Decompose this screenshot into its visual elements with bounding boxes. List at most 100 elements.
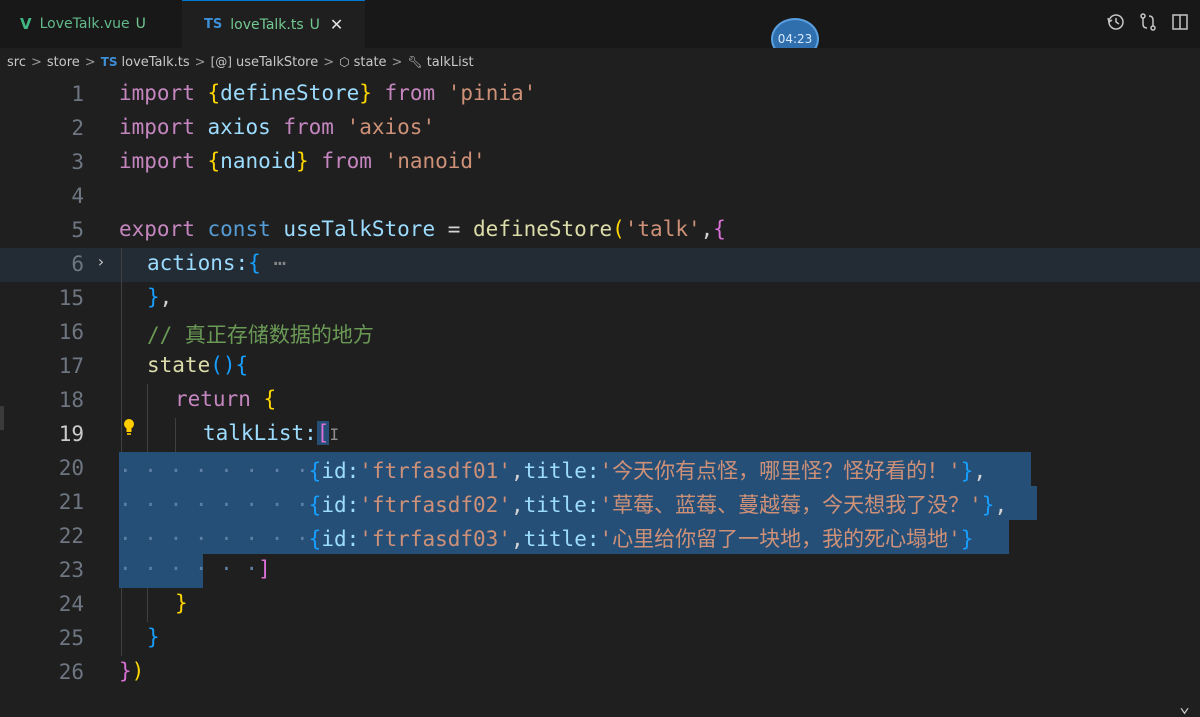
- code-line[interactable]: 6 › actions:{ ⋯: [0, 248, 1200, 282]
- code-line[interactable]: 1 import {defineStore} from 'pinia': [0, 78, 1200, 112]
- code-line[interactable]: 17 state(){: [0, 350, 1200, 384]
- code-line[interactable]: 22 · · · · · · · ·{id:'ftrfasdf03',title…: [0, 520, 1200, 554]
- code-text: talkList:[I: [203, 421, 339, 445]
- split-editor-icon[interactable]: [1170, 12, 1190, 32]
- indent-guide: [121, 282, 122, 316]
- editor-tab-bar: V LoveTalk.vue U TS loveTalk.ts U ✕ 04:2…: [0, 0, 1200, 60]
- token: {: [308, 459, 322, 483]
- indent-guide: [147, 588, 148, 622]
- code-comment: // 真正存储数据的地方: [147, 323, 374, 347]
- line-number: 20: [58, 456, 84, 480]
- token: import: [119, 115, 208, 139]
- chevron-right-icon[interactable]: ›: [96, 252, 106, 271]
- lightbulb-icon[interactable]: [122, 418, 136, 436]
- token: ): [131, 659, 145, 683]
- token: (): [210, 353, 236, 377]
- token: state: [147, 353, 211, 377]
- chevron-right-icon: >: [84, 54, 96, 70]
- code-line[interactable]: 5 export const useTalkStore = defineStor…: [0, 214, 1200, 248]
- token: from: [308, 149, 385, 173]
- token: {: [207, 81, 221, 105]
- code-line[interactable]: 19 talkList:[I: [0, 418, 1200, 452]
- code-text: import axios from 'axios': [119, 115, 435, 139]
- token: ,: [159, 285, 173, 309]
- chevron-right-icon: >: [391, 54, 403, 70]
- code-editor[interactable]: 1 import {defineStore} from 'pinia' 2 im…: [0, 76, 1200, 717]
- tab-lovetalk-ts[interactable]: TS loveTalk.ts U ✕: [182, 0, 365, 48]
- token: 'pinia': [447, 81, 537, 105]
- line-number: 23: [58, 558, 84, 582]
- token: axios: [207, 115, 271, 139]
- code-line[interactable]: 4: [0, 180, 1200, 214]
- token: ,: [700, 217, 714, 241]
- code-text: },: [147, 285, 172, 309]
- chevron-right-icon: >: [323, 54, 335, 70]
- code-line[interactable]: 3 import {nanoid} from 'nanoid': [0, 146, 1200, 180]
- code-line[interactable]: 18 return {: [0, 384, 1200, 418]
- vue-file-icon: V: [20, 15, 32, 33]
- code-line[interactable]: 24 }: [0, 588, 1200, 622]
- breadcrumb: src > store > TS loveTalk.ts > [@] useTa…: [0, 48, 1200, 76]
- close-icon[interactable]: ✕: [330, 15, 343, 34]
- token: ,: [973, 459, 987, 483]
- code-text: actions:{ ⋯: [147, 251, 286, 275]
- token: {: [207, 149, 221, 173]
- breadcrumb-talklist[interactable]: talkList: [427, 55, 474, 70]
- code-line[interactable]: 21 · · · · · · · ·{id:'ftrfasdf02',title…: [0, 486, 1200, 520]
- token: ,: [510, 459, 524, 483]
- code-line[interactable]: 26 }): [0, 656, 1200, 690]
- token: ]: [258, 557, 271, 581]
- chevron-down-icon[interactable]: ⌄: [1179, 696, 1190, 717]
- method-cube-icon: ⬡: [339, 55, 350, 69]
- line-number: 25: [58, 626, 84, 650]
- breadcrumb-symbol[interactable]: useTalkStore: [236, 55, 318, 70]
- variable-icon: [@]: [210, 55, 232, 69]
- code-line[interactable]: 16 // 真正存储数据的地方: [0, 316, 1200, 350]
- code-text: import {nanoid} from 'nanoid': [119, 149, 486, 173]
- code-line[interactable]: 20 · · · · · · · ·{id:'ftrfasdf01',title…: [0, 452, 1200, 486]
- token: 'ftrfasdf03': [359, 527, 511, 551]
- code-line[interactable]: 23 · · · · · ·]: [0, 554, 1200, 588]
- line-number: 3: [71, 150, 84, 174]
- code-line[interactable]: 15 },: [0, 282, 1200, 316]
- breadcrumb-store[interactable]: store: [47, 55, 80, 70]
- token: '草莓、蓝莓、蔓越莓，今天想我了没？': [599, 493, 982, 517]
- indent-guide: [121, 384, 122, 418]
- token: ,: [994, 493, 1008, 517]
- editor-actions: [1106, 12, 1190, 32]
- code-line[interactable]: 2 import axios from 'axios': [0, 112, 1200, 146]
- code-text: · · · · · · · ·{id:'ftrfasdf02',title:'草…: [119, 489, 1007, 519]
- code-line[interactable]: 25 }: [0, 622, 1200, 656]
- token: '心里给你留了一块地，我的死心塌地': [599, 527, 961, 551]
- indent-guide: [121, 622, 122, 656]
- tab-label: LoveTalk.vue: [39, 16, 130, 32]
- token: }: [119, 659, 132, 683]
- line-number: 6: [71, 252, 84, 276]
- token: }: [296, 149, 309, 173]
- line-number: 18: [58, 388, 84, 412]
- code-text: }: [147, 625, 160, 649]
- folded-ellipsis[interactable]: ⋯: [261, 251, 286, 275]
- chevron-right-icon: >: [30, 54, 42, 70]
- token: talkList:: [203, 421, 317, 445]
- token: from: [270, 115, 347, 139]
- line-number: 21: [58, 490, 84, 514]
- code-text: }): [119, 659, 144, 683]
- token: }: [960, 527, 974, 551]
- indent-guide: [121, 588, 122, 622]
- token: }: [359, 81, 372, 105]
- breadcrumb-state[interactable]: state: [354, 55, 387, 70]
- history-icon[interactable]: [1106, 12, 1126, 32]
- indent-guide: [147, 418, 148, 452]
- breadcrumb-file[interactable]: loveTalk.ts: [122, 55, 190, 70]
- indent-guide: [121, 316, 122, 350]
- tab-lovetalk-vue[interactable]: V LoveTalk.vue U: [0, 0, 182, 48]
- token: export: [119, 217, 208, 241]
- token: {: [263, 387, 277, 411]
- token: import: [119, 81, 208, 105]
- token: return: [175, 387, 264, 411]
- compare-changes-icon[interactable]: [1138, 12, 1158, 32]
- token: actions:: [147, 251, 249, 275]
- line-number: 16: [58, 320, 84, 344]
- breadcrumb-src[interactable]: src: [7, 55, 26, 70]
